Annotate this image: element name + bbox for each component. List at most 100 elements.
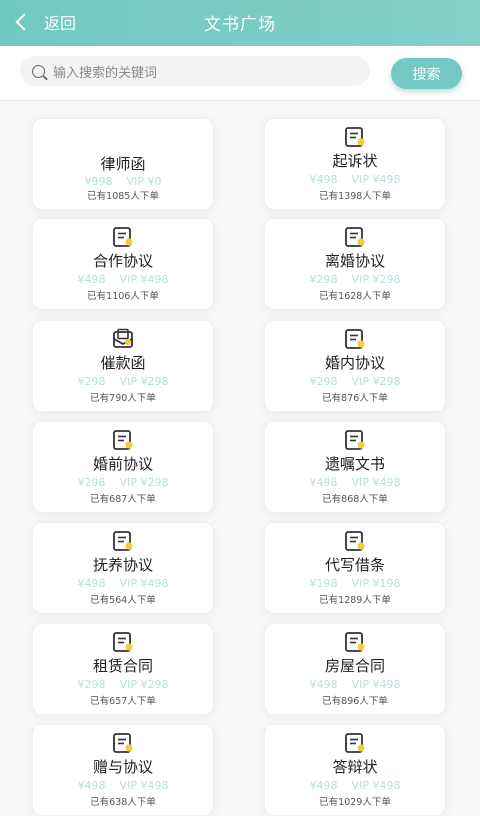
document-icon bbox=[343, 428, 367, 452]
document-icon bbox=[111, 731, 135, 755]
card-order-count: 已有1398人下单 bbox=[319, 191, 391, 202]
card-title: 催款函 bbox=[100, 354, 146, 372]
card-price: ¥498 bbox=[309, 476, 338, 489]
card-price: ¥298 bbox=[77, 476, 106, 489]
card-title: 离婚协议 bbox=[324, 252, 385, 270]
card-prices: ¥498 VIP ¥498 bbox=[265, 678, 445, 691]
card-price: ¥298 bbox=[309, 375, 338, 388]
card-vip-price: VIP ¥298 bbox=[119, 678, 169, 691]
document-card[interactable]: 合作协议 ¥498 VIP ¥498 已有1106人下单 bbox=[32, 218, 214, 310]
card-vip-price: VIP ¥298 bbox=[119, 476, 169, 489]
card-order-count: 已有868人下单 bbox=[322, 494, 388, 505]
card-title: 起诉状 bbox=[332, 152, 378, 170]
envelope-icon bbox=[111, 327, 135, 351]
search-button[interactable]: 搜索 bbox=[391, 58, 462, 89]
document-card[interactable]: 催款函 ¥298 VIP ¥298 已有790人下单 bbox=[32, 320, 214, 412]
card-title: 合作协议 bbox=[92, 252, 153, 270]
card-title: 房屋合同 bbox=[324, 657, 385, 675]
card-order-count: 已有876人下单 bbox=[322, 393, 388, 404]
card-vip-price: VIP ¥498 bbox=[119, 577, 169, 590]
card-prices: ¥298 VIP ¥298 bbox=[265, 375, 445, 388]
card-order-count: 已有564人下单 bbox=[90, 595, 156, 606]
card-title: 租赁合同 bbox=[92, 657, 153, 675]
document-icon bbox=[111, 529, 135, 553]
card-order-count: 已有1628人下单 bbox=[319, 291, 391, 302]
card-title: 律师函 bbox=[100, 155, 146, 173]
card-vip-price: VIP ¥498 bbox=[351, 173, 401, 186]
document-card[interactable]: 离婚协议 ¥298 VIP ¥298 已有1628人下单 bbox=[264, 218, 446, 310]
card-prices: ¥498 VIP ¥498 bbox=[33, 273, 213, 286]
page-title: 文书广场 bbox=[204, 15, 276, 35]
card-prices: ¥198 VIP ¥198 bbox=[265, 577, 445, 590]
document-card[interactable]: 代写借条 ¥198 VIP ¥198 已有1289人下单 bbox=[264, 522, 446, 614]
card-price: ¥498 bbox=[309, 678, 338, 691]
card-prices: ¥498 VIP ¥498 bbox=[33, 577, 213, 590]
card-price: ¥298 bbox=[77, 375, 106, 388]
document-card[interactable]: 房屋合同 ¥498 VIP ¥498 已有896人下单 bbox=[264, 623, 446, 715]
document-card[interactable]: 起诉状 ¥498 VIP ¥498 已有1398人下单 bbox=[264, 118, 446, 210]
document-card[interactable]: 答辩状 ¥498 VIP ¥498 已有1029人下单 bbox=[264, 724, 446, 816]
card-price: ¥298 bbox=[309, 273, 338, 286]
card-title: 抚养协议 bbox=[92, 556, 153, 574]
document-card[interactable]: 婚前协议 ¥298 VIP ¥298 已有687人下单 bbox=[32, 421, 214, 513]
card-prices: ¥498 VIP ¥498 bbox=[265, 173, 445, 186]
card-order-count: 已有1029人下单 bbox=[319, 797, 391, 808]
card-vip-price: VIP ¥498 bbox=[351, 678, 401, 691]
card-prices: ¥498 VIP ¥498 bbox=[33, 779, 213, 792]
card-title: 代写借条 bbox=[324, 556, 385, 574]
document-card[interactable]: 租赁合同 ¥298 VIP ¥298 已有657人下单 bbox=[32, 623, 214, 715]
card-prices: ¥298 VIP ¥298 bbox=[33, 476, 213, 489]
card-price: ¥498 bbox=[77, 577, 106, 590]
document-icon bbox=[343, 327, 367, 351]
search-icon bbox=[32, 64, 45, 78]
card-prices: ¥298 VIP ¥298 bbox=[33, 375, 213, 388]
card-title: 遗嘱文书 bbox=[324, 455, 385, 473]
document-icon bbox=[343, 125, 367, 149]
card-vip-price: VIP ¥0 bbox=[126, 175, 162, 188]
search-bar: 输入搜索的关键词 搜索 bbox=[0, 46, 480, 101]
document-card[interactable]: 律师函 ¥998 VIP ¥0 已有1085人下单 bbox=[32, 118, 214, 210]
card-price: ¥298 bbox=[77, 678, 106, 691]
card-vip-price: VIP ¥198 bbox=[351, 577, 401, 590]
document-card[interactable]: 遗嘱文书 ¥498 VIP ¥498 已有868人下单 bbox=[264, 421, 446, 513]
document-icon bbox=[111, 428, 135, 452]
document-icon bbox=[343, 630, 367, 654]
card-vip-price: VIP ¥498 bbox=[351, 779, 401, 792]
document-icon bbox=[343, 731, 367, 755]
document-card[interactable]: 婚内协议 ¥298 VIP ¥298 已有876人下单 bbox=[264, 320, 446, 412]
search-input[interactable]: 输入搜索的关键词 bbox=[20, 56, 370, 86]
card-order-count: 已有657人下单 bbox=[90, 696, 156, 707]
card-prices: ¥298 VIP ¥298 bbox=[33, 678, 213, 691]
card-prices: ¥998 VIP ¥0 bbox=[33, 175, 213, 188]
card-vip-price: VIP ¥298 bbox=[351, 273, 401, 286]
document-icon bbox=[343, 225, 367, 249]
card-prices: ¥498 VIP ¥498 bbox=[265, 476, 445, 489]
card-vip-price: VIP ¥298 bbox=[119, 375, 169, 388]
document-card[interactable]: 抚养协议 ¥498 VIP ¥498 已有564人下单 bbox=[32, 522, 214, 614]
card-vip-price: VIP ¥298 bbox=[351, 375, 401, 388]
card-price: ¥498 bbox=[309, 779, 338, 792]
card-order-count: 已有687人下单 bbox=[90, 494, 156, 505]
card-title: 婚内协议 bbox=[324, 354, 385, 372]
card-price: ¥998 bbox=[84, 175, 113, 188]
search-placeholder: 输入搜索的关键词 bbox=[53, 65, 158, 81]
card-vip-price: VIP ¥498 bbox=[119, 273, 169, 286]
card-price: ¥498 bbox=[77, 779, 106, 792]
card-order-count: 已有896人下单 bbox=[322, 696, 388, 707]
card-prices: ¥498 VIP ¥498 bbox=[265, 779, 445, 792]
card-title: 赠与协议 bbox=[92, 758, 153, 776]
card-price: ¥498 bbox=[77, 273, 106, 286]
document-icon bbox=[111, 225, 135, 249]
document-card[interactable]: 赠与协议 ¥498 VIP ¥498 已有638人下单 bbox=[32, 724, 214, 816]
card-vip-price: VIP ¥498 bbox=[351, 476, 401, 489]
card-title: 婚前协议 bbox=[92, 455, 153, 473]
card-price: ¥198 bbox=[309, 577, 338, 590]
card-price: ¥498 bbox=[309, 173, 338, 186]
card-order-count: 已有1085人下单 bbox=[87, 191, 159, 202]
document-icon bbox=[111, 630, 135, 654]
document-icon bbox=[343, 529, 367, 553]
card-order-count: 已有638人下单 bbox=[90, 797, 156, 808]
card-order-count: 已有790人下单 bbox=[90, 393, 156, 404]
card-title: 答辩状 bbox=[332, 758, 378, 776]
card-vip-price: VIP ¥498 bbox=[119, 779, 169, 792]
